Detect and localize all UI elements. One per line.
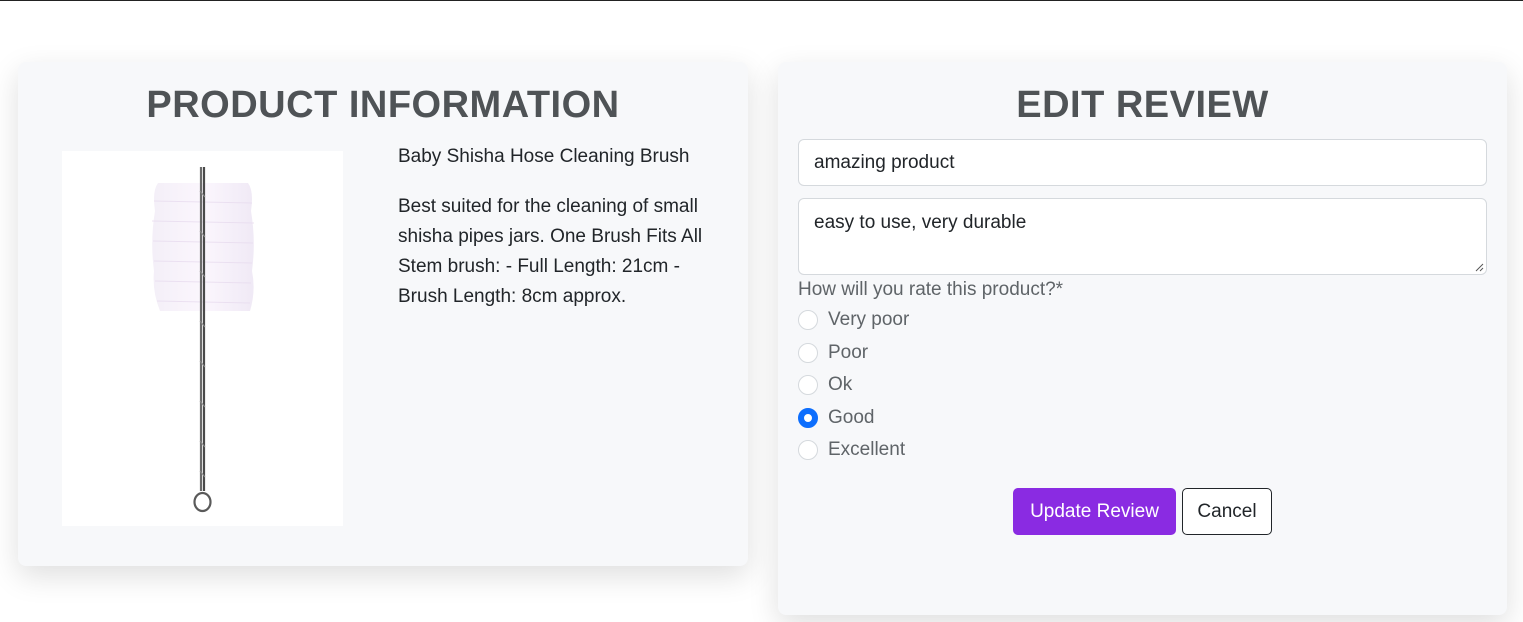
resize-handle-icon[interactable] [1474,262,1484,272]
rating-label: Poor [828,342,869,363]
review-body-textarea[interactable]: easy to use, very durable [798,198,1487,275]
rating-option-very-poor[interactable]: Very poor [798,306,909,334]
edit-review-card: EDIT REVIEW amazing product easy to use,… [778,62,1507,615]
update-review-button[interactable]: Update Review [1013,488,1176,535]
radio-poor[interactable] [798,343,818,363]
rating-label: Good [828,407,875,428]
product-name: Baby Shisha Hose Cleaning Brush [398,146,690,167]
edit-review-heading: EDIT REVIEW [1016,84,1269,126]
rating-option-excellent[interactable]: Excellent [798,436,905,464]
review-title-input[interactable]: amazing product [798,139,1487,186]
review-body-text: easy to use, very durable [814,212,1027,233]
radio-good[interactable] [798,408,818,428]
rating-prompt: How will you rate this product?* [798,279,1064,300]
radio-ok[interactable] [798,375,818,395]
rating-label: Ok [828,374,853,395]
product-description: Best suited for the cleaning of small sh… [398,196,703,307]
rating-option-ok[interactable]: Ok [798,371,852,399]
brush-image [151,167,255,513]
product-info-heading: PRODUCT INFORMATION [146,84,620,126]
product-info-card: PRODUCT INFORMATION Baby Shisha Hose Cle… [18,62,748,566]
rating-option-poor[interactable]: Poor [798,339,868,367]
product-image [62,151,343,526]
top-border [0,0,1523,1]
rating-option-good[interactable]: Good [798,404,874,432]
radio-excellent[interactable] [798,440,818,460]
radio-very-poor[interactable] [798,310,818,330]
cancel-button[interactable]: Cancel [1182,488,1272,535]
rating-label: Very poor [828,309,910,330]
rating-label: Excellent [828,439,906,460]
